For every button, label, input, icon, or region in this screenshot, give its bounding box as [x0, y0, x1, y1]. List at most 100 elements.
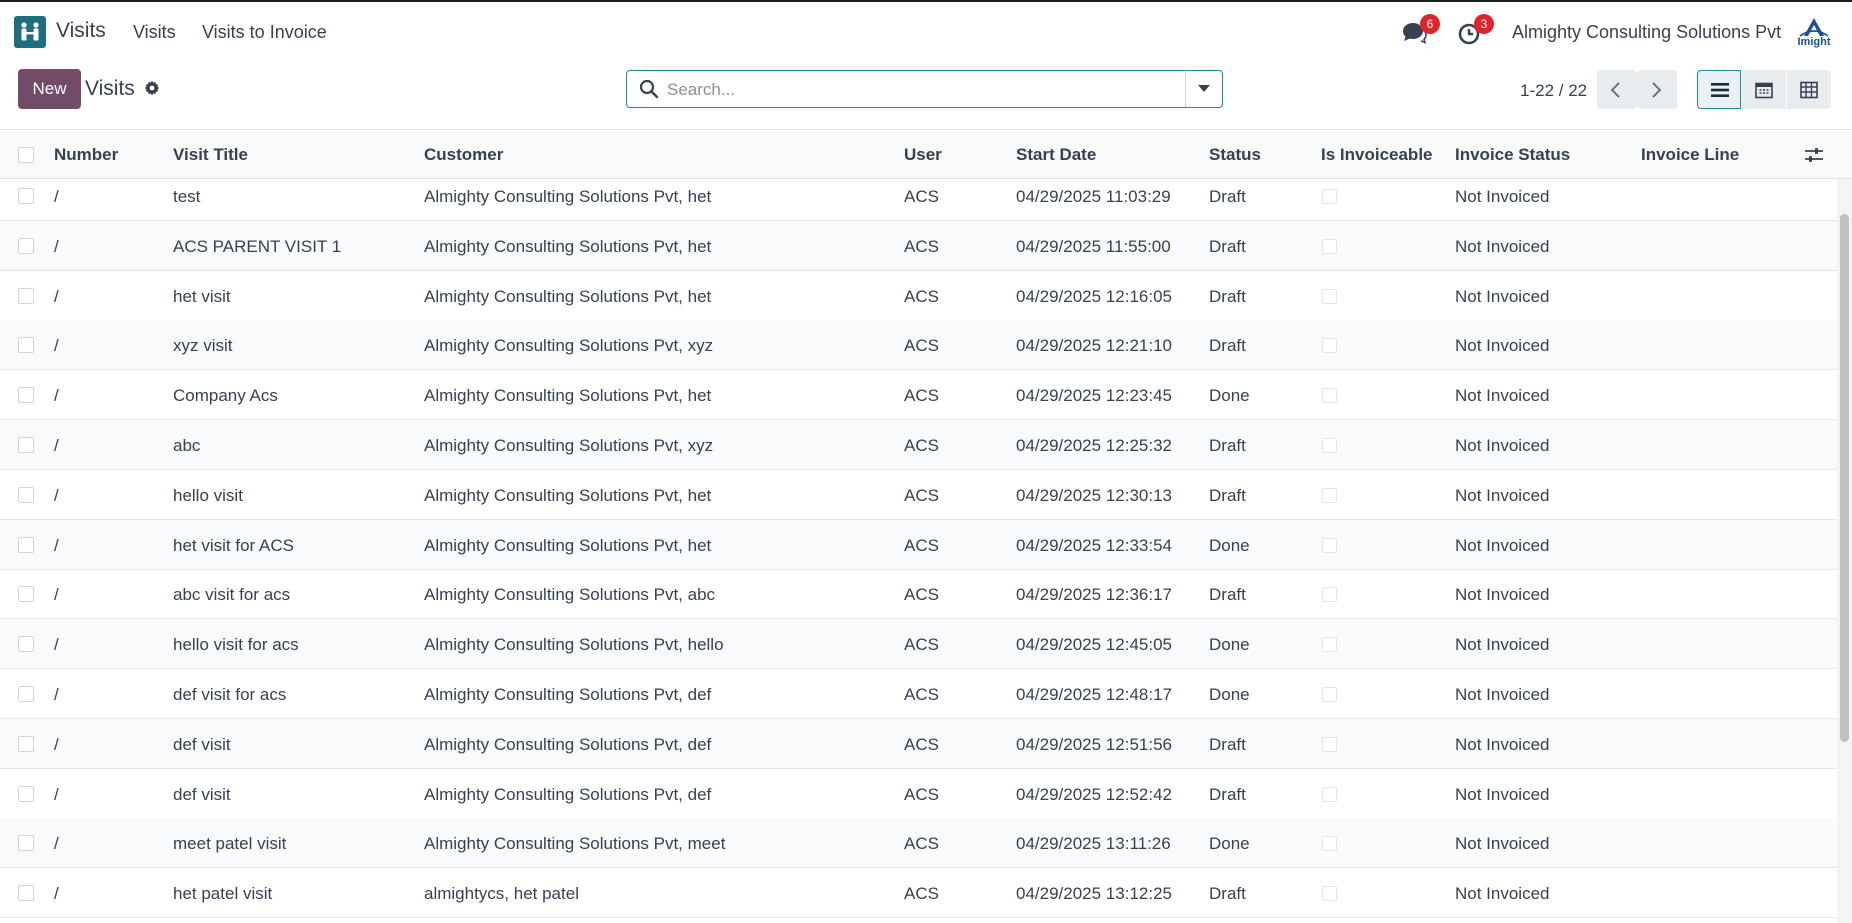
- row-select-checkbox[interactable]: [18, 885, 34, 902]
- cell-invoice-status: Not Invoiced: [1455, 834, 1550, 854]
- pivot-view-button[interactable]: [1787, 70, 1831, 109]
- row-select-checkbox[interactable]: [18, 785, 34, 802]
- cell-number: /: [54, 784, 59, 804]
- cell-customer: almightycs, het patel: [424, 884, 579, 904]
- row-select-checkbox[interactable]: [18, 586, 34, 603]
- scrollbar-thumb[interactable]: [1840, 214, 1849, 742]
- table-row[interactable]: / het visit Almighty Consulting Solutions …: [0, 271, 1837, 321]
- cell-number: /: [54, 685, 59, 704]
- top-navbar: Visits Visits Visits to Invoice 6 3 Almi…: [0, 0, 1852, 61]
- table-row[interactable]: / Company Acs Almighty Consulting Solution…: [0, 370, 1837, 421]
- list-view-button[interactable]: [1697, 70, 1741, 109]
- cell-user: ACS: [904, 286, 939, 306]
- table-row[interactable]: / def visit Almighty Consulting Solutions …: [0, 769, 1837, 819]
- cell-number: /: [54, 884, 59, 904]
- calendar-view-button[interactable]: [1742, 70, 1786, 109]
- cell-visit-title: def visit: [173, 784, 231, 804]
- column-user[interactable]: User: [904, 145, 942, 165]
- pager-next-button[interactable]: [1637, 70, 1677, 109]
- visits-app-icon[interactable]: [14, 16, 46, 48]
- row-select-checkbox[interactable]: [18, 486, 34, 503]
- table-row[interactable]: / het patel visit almightycs, het patel ACS…: [0, 868, 1837, 919]
- is-invoiceable-checkbox: [1322, 587, 1337, 603]
- cell-status: Draft: [1209, 884, 1246, 904]
- cell-start-date: 04/29/2025 12:36:17: [1016, 585, 1172, 605]
- cell-user: ACS: [904, 734, 939, 754]
- column-visit-title[interactable]: Visit Title: [173, 145, 248, 165]
- table-row[interactable]: / def visit Almighty Consulting Solutions …: [0, 718, 1837, 769]
- cell-invoice-status: Not Invoiced: [1455, 436, 1550, 455]
- row-select-checkbox[interactable]: [18, 636, 34, 653]
- is-invoiceable-checkbox: [1322, 736, 1337, 752]
- cell-invoice-status: Not Invoiced: [1455, 386, 1550, 406]
- select-all-checkbox[interactable]: [18, 147, 34, 163]
- page-title[interactable]: Visits: [85, 77, 135, 101]
- search-input[interactable]: [665, 72, 1209, 108]
- cell-user: ACS: [904, 236, 939, 256]
- row-select-checkbox[interactable]: [18, 686, 34, 702]
- cell-visit-title: hello visit for acs: [173, 635, 299, 655]
- cell-start-date: 04/29/2025 11:03:29: [1016, 187, 1171, 206]
- table-row[interactable]: / test Almighty Consulting Solutions Pvt, …: [0, 179, 1837, 221]
- optional-columns-icon[interactable]: [1804, 147, 1824, 168]
- row-select-checkbox[interactable]: [18, 287, 34, 304]
- column-customer[interactable]: Customer: [424, 145, 503, 165]
- is-invoiceable-checkbox: [1322, 836, 1337, 852]
- cell-invoice-status: Not Invoiced: [1455, 187, 1550, 206]
- cell-status: Done: [1209, 834, 1250, 854]
- row-select-checkbox[interactable]: [18, 337, 34, 354]
- table-row[interactable]: / meet patel visit Almighty Consulting Sol…: [0, 818, 1837, 869]
- cell-visit-title: meet patel visit: [173, 834, 287, 854]
- cell-status: Draft: [1209, 236, 1246, 256]
- cell-customer: Almighty Consulting Solutions Pvt, def: [424, 685, 712, 704]
- is-invoiceable-checkbox: [1322, 687, 1337, 702]
- cell-invoice-status: Not Invoiced: [1455, 485, 1550, 505]
- app-name[interactable]: Visits: [56, 19, 106, 43]
- cell-status: Draft: [1209, 734, 1246, 754]
- table-row[interactable]: / def visit for acs Almighty Consulting So…: [0, 669, 1837, 719]
- table-row[interactable]: / hello visit for acs Almighty Consulting …: [0, 619, 1837, 670]
- activities-badge: 3: [1474, 14, 1494, 34]
- column-is-invoiceable[interactable]: Is Invoiceable: [1321, 145, 1433, 165]
- is-invoiceable-checkbox: [1322, 288, 1337, 304]
- column-status[interactable]: Status: [1209, 145, 1261, 165]
- cell-status: Draft: [1209, 585, 1246, 605]
- cell-user: ACS: [904, 685, 939, 704]
- row-select-checkbox[interactable]: [18, 735, 34, 752]
- cell-customer: Almighty Consulting Solutions Pvt, meet: [424, 834, 726, 854]
- is-invoiceable-checkbox: [1322, 637, 1337, 653]
- cell-number: /: [54, 336, 59, 356]
- column-invoice-line[interactable]: Invoice Line: [1641, 145, 1739, 165]
- pager-value[interactable]: 1-22 / 22: [1520, 81, 1587, 101]
- new-button[interactable]: New: [18, 69, 81, 109]
- row-select-checkbox[interactable]: [18, 237, 34, 254]
- company-logo[interactable]: Imight: [1794, 16, 1834, 50]
- company-switcher[interactable]: Almighty Consulting Solutions Pvt: [1512, 22, 1781, 43]
- column-start-date[interactable]: Start Date: [1016, 145, 1096, 165]
- cell-status: Done: [1209, 685, 1250, 704]
- row-select-checkbox[interactable]: [18, 437, 34, 453]
- cell-start-date: 04/29/2025 12:21:10: [1016, 336, 1172, 356]
- menu-visits-to-invoice[interactable]: Visits to Invoice: [202, 22, 327, 43]
- cell-number: /: [54, 386, 59, 406]
- table-row[interactable]: / het visit for ACS Almighty Consulting So…: [0, 519, 1837, 570]
- table-row[interactable]: / xyz visit Almighty Consulting Solutions …: [0, 320, 1837, 371]
- table-row[interactable]: / abc Almighty Consulting Solutions Pvt, x…: [0, 420, 1837, 470]
- table-row[interactable]: / ACS PARENT VISIT 1 Almighty Consulting S…: [0, 220, 1837, 271]
- table-row[interactable]: / abc visit for acs Almighty Consulting So…: [0, 569, 1837, 620]
- cell-user: ACS: [904, 535, 939, 555]
- menu-visits[interactable]: Visits: [133, 22, 176, 43]
- gear-icon[interactable]: [144, 80, 160, 101]
- pager-previous-button[interactable]: [1597, 70, 1637, 109]
- column-invoice-status[interactable]: Invoice Status: [1455, 145, 1570, 165]
- row-select-checkbox[interactable]: [18, 536, 34, 553]
- row-select-checkbox[interactable]: [18, 188, 34, 204]
- cell-customer: Almighty Consulting Solutions Pvt, het: [424, 286, 712, 306]
- row-select-checkbox[interactable]: [18, 387, 34, 404]
- table-header: Number Visit Title Customer User Start D…: [0, 131, 1852, 179]
- search-options-toggle[interactable]: [1185, 71, 1222, 107]
- column-number[interactable]: Number: [54, 145, 118, 165]
- table-row[interactable]: / hello visit Almighty Consulting Solution…: [0, 470, 1837, 520]
- is-invoiceable-checkbox: [1322, 487, 1337, 503]
- row-select-checkbox[interactable]: [18, 835, 34, 852]
